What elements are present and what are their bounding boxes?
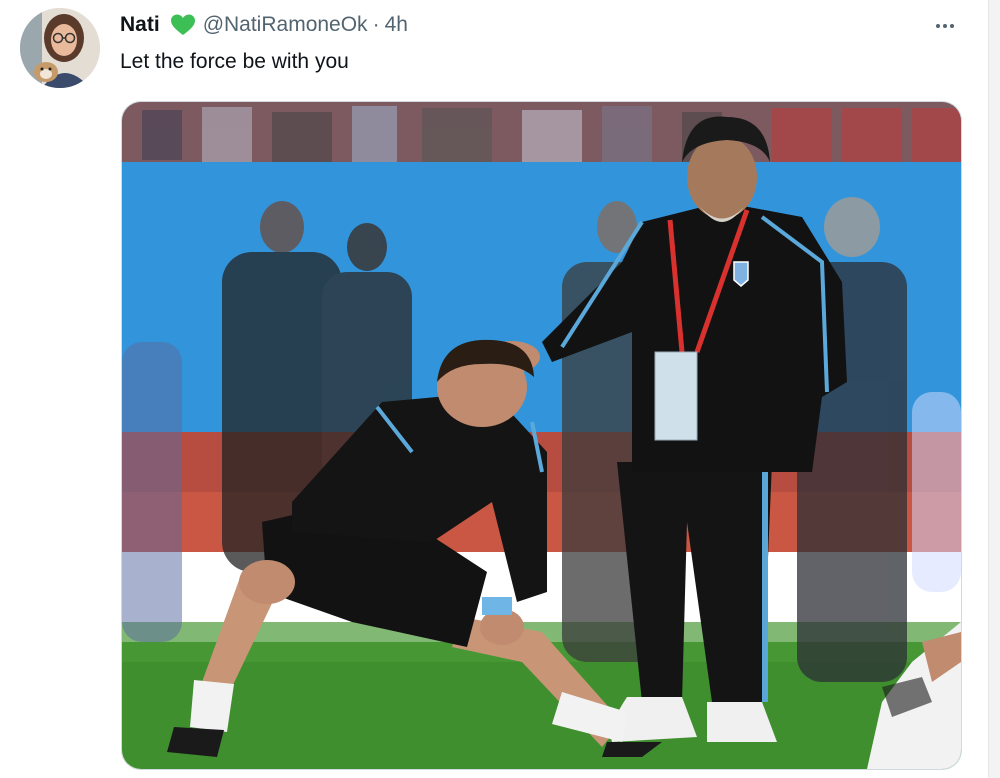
tweet-timestamp[interactable]: 4h xyxy=(385,13,408,37)
more-dot-icon xyxy=(950,24,954,28)
scrollbar[interactable] xyxy=(988,0,1000,778)
separator-dot: · xyxy=(372,13,380,36)
more-options-button[interactable] xyxy=(928,12,962,40)
photo-image xyxy=(122,102,961,769)
avatar[interactable] xyxy=(20,8,100,88)
author-handle[interactable]: @NatiRamoneOk xyxy=(203,13,368,37)
green-heart-icon xyxy=(169,13,197,37)
tweet-photo[interactable] xyxy=(121,101,962,770)
more-dot-icon xyxy=(943,24,947,28)
author-name[interactable]: Nati xyxy=(120,13,160,37)
tweet-text: Let the force be with you xyxy=(120,50,349,73)
more-dot-icon xyxy=(936,24,940,28)
tweet-header: Nati @NatiRamoneOk · 4h xyxy=(120,10,408,40)
tweet[interactable]: Nati @NatiRamoneOk · 4h Let the force be… xyxy=(0,0,1000,778)
avatar-image xyxy=(20,8,100,88)
